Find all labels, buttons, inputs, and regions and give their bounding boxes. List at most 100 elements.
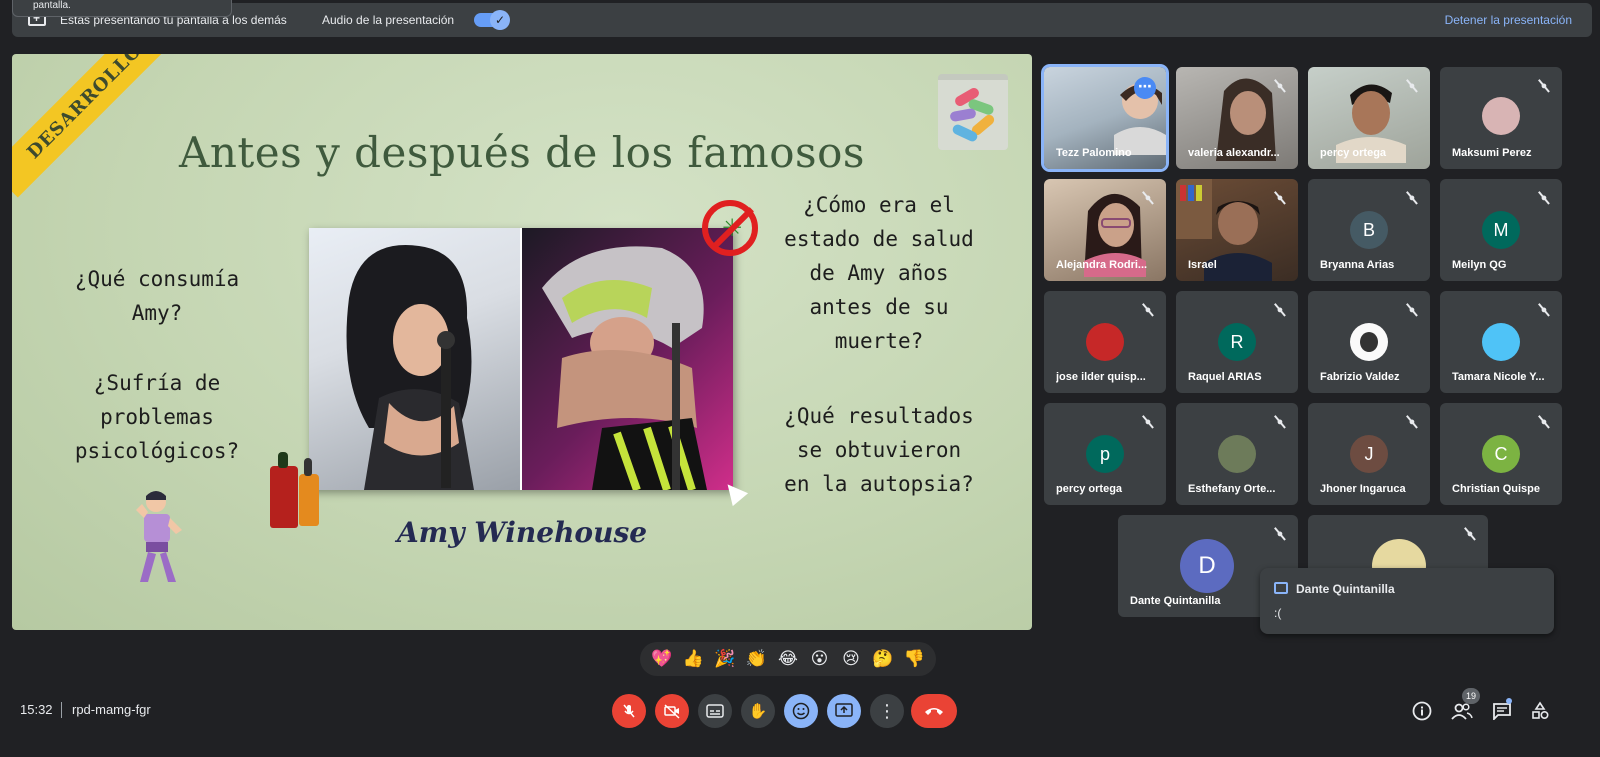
mic-off-icon: ●	[1538, 415, 1550, 429]
avatar: M	[1482, 211, 1520, 249]
avatar: C	[1482, 435, 1520, 473]
leave-call-button[interactable]	[911, 694, 957, 728]
slide-caption: Amy Winehouse	[396, 516, 648, 549]
participant-tile[interactable]: ● jose ilder quisp...	[1044, 291, 1166, 393]
more-options-button[interactable]: ⋮	[870, 694, 904, 728]
activities-button[interactable]	[1528, 700, 1552, 722]
mic-off-icon: ●	[1142, 303, 1154, 317]
activities-icon	[1532, 701, 1549, 720]
participant-name: Dante Quintanilla	[1130, 595, 1221, 607]
participant-tile[interactable]: B ● Bryanna Arias	[1308, 179, 1430, 281]
present-screen-icon	[835, 703, 853, 717]
mic-off-icon: ●	[1142, 191, 1154, 205]
participant-tile[interactable]: ● Fabrizio Valdez	[1308, 291, 1430, 393]
stop-presenting-button[interactable]: Detener la presentación	[1445, 13, 1572, 27]
avatar: D	[1180, 539, 1234, 593]
captions-icon	[706, 704, 724, 718]
participant-tile[interactable]: ● Maksumi Perez	[1440, 67, 1562, 169]
reaction-sparkling-heart[interactable]: 💖	[650, 649, 674, 669]
participant-tile[interactable]: ● Esthefany Orte...	[1176, 403, 1298, 505]
more-options-icon: ⋮	[878, 701, 896, 721]
participant-name: Christian Quispe	[1452, 483, 1541, 495]
participant-tile[interactable]: ⋯ Tezz Palomino	[1044, 67, 1166, 169]
participant-tile[interactable]: M ● Meilyn QG	[1440, 179, 1562, 281]
meeting-details-button[interactable]	[1410, 700, 1434, 722]
photo-before	[309, 228, 520, 490]
question-health-state: ¿Cómo era el estado de salud de Amy años…	[784, 193, 974, 353]
mic-off-icon: ●	[1464, 527, 1476, 541]
participant-tile[interactable]: ● valeria alexandr...	[1176, 67, 1298, 169]
divider	[61, 702, 62, 718]
reaction-sad[interactable]: 😢	[839, 649, 863, 669]
mic-off-icon: ●	[1274, 415, 1286, 429]
check-icon: ✓	[490, 10, 510, 30]
mic-off-icon: ●	[1538, 79, 1550, 93]
tooltip: pantalla.	[12, 0, 232, 17]
mic-off-icon: ●	[1538, 303, 1550, 317]
avatar	[1086, 323, 1124, 361]
reaction-thumbs-down[interactable]: 👎	[902, 649, 926, 669]
bottle-icon	[270, 466, 298, 528]
chat-notification-dot	[1506, 698, 1512, 704]
photo-after	[522, 228, 733, 490]
chat-message: :(	[1274, 606, 1282, 620]
participant-tile[interactable]: R ● Raquel ARIAS	[1176, 291, 1298, 393]
mic-off-icon: ●	[1406, 79, 1418, 93]
avatar: B	[1350, 211, 1388, 249]
reaction-thinking[interactable]: 🤔	[871, 649, 895, 669]
shared-slide: DESARROLLO Antes y después de los famoso…	[12, 54, 1032, 630]
participant-name: Alejandra Rodri...	[1056, 259, 1148, 271]
presentation-bar: pantalla. Estás presentando tu pantalla …	[12, 0, 1592, 37]
participant-name: Tezz Palomino	[1056, 147, 1132, 159]
question-psychological: ¿Sufría de problemas psicológicos?	[74, 371, 240, 463]
participant-tile[interactable]: p ● percy ortega	[1044, 403, 1166, 505]
reactions-bar: 💖 👍 🎉 👏 😂 😮 😢 🤔 👎	[640, 642, 936, 676]
reaction-joy[interactable]: 😂	[776, 649, 800, 669]
raise-hand-button[interactable]: ✋	[741, 694, 775, 728]
captions-button[interactable]	[698, 694, 732, 728]
more-options-icon[interactable]: ⋯	[1134, 77, 1156, 99]
reaction-clapping[interactable]: 👏	[744, 649, 768, 669]
participant-name: percy ortega	[1056, 483, 1123, 495]
participant-tile[interactable]: ● percy ortega	[1308, 67, 1430, 169]
avatar: J	[1350, 435, 1388, 473]
participant-name: Fabrizio Valdez	[1320, 371, 1400, 383]
mic-off-icon: ●	[1406, 415, 1418, 429]
mic-off-icon: ●	[1406, 191, 1418, 205]
mic-off-icon: ●	[1538, 191, 1550, 205]
thinking-person-icon	[136, 491, 182, 582]
people-count-badge: 19	[1462, 688, 1480, 704]
participant-tile[interactable]: ● Alejandra Rodri...	[1044, 179, 1166, 281]
avatar	[1350, 323, 1388, 361]
mic-off-icon: ●	[1142, 415, 1154, 429]
mic-off-icon: ●	[1274, 303, 1286, 317]
send-reaction-button[interactable]	[784, 694, 818, 728]
reaction-thumbs-up[interactable]: 👍	[681, 649, 705, 669]
avatar	[1482, 97, 1520, 135]
question-autopsy: ¿Qué resultados se obtuvieron en la auto…	[784, 404, 974, 496]
participant-tile[interactable]: C ● Christian Quispe	[1440, 403, 1562, 505]
chat-icon	[1274, 582, 1288, 594]
mic-toggle-button[interactable]	[612, 694, 646, 728]
end-call-icon	[925, 708, 943, 715]
avatar: p	[1086, 435, 1124, 473]
camera-toggle-button[interactable]	[655, 694, 689, 728]
meeting-code: rpd-mamg-fgr	[72, 702, 151, 717]
emoji-icon	[792, 702, 810, 720]
participant-tile[interactable]: ● Tamara Nicole Y...	[1440, 291, 1562, 393]
mic-off-icon: ●	[1406, 303, 1418, 317]
participant-name: Raquel ARIAS	[1188, 371, 1262, 383]
participant-name: Tamara Nicole Y...	[1452, 371, 1545, 383]
reaction-party-popper[interactable]: 🎉	[713, 649, 737, 669]
chat-icon	[1493, 703, 1511, 720]
mic-off-icon: ●	[1274, 79, 1286, 93]
chat-notification[interactable]: Dante Quintanilla :(	[1260, 568, 1554, 634]
present-now-button[interactable]	[827, 694, 861, 728]
participant-name: Meilyn QG	[1452, 259, 1507, 271]
participant-tile[interactable]: ● Israel	[1176, 179, 1298, 281]
reaction-surprised[interactable]: 😮	[808, 649, 832, 669]
chat-sender: Dante Quintanilla	[1296, 582, 1395, 596]
participant-tile[interactable]: J ● Jhoner Ingaruca	[1308, 403, 1430, 505]
participant-name: Israel	[1188, 259, 1217, 271]
presentation-audio-toggle[interactable]: ✓	[474, 10, 510, 30]
